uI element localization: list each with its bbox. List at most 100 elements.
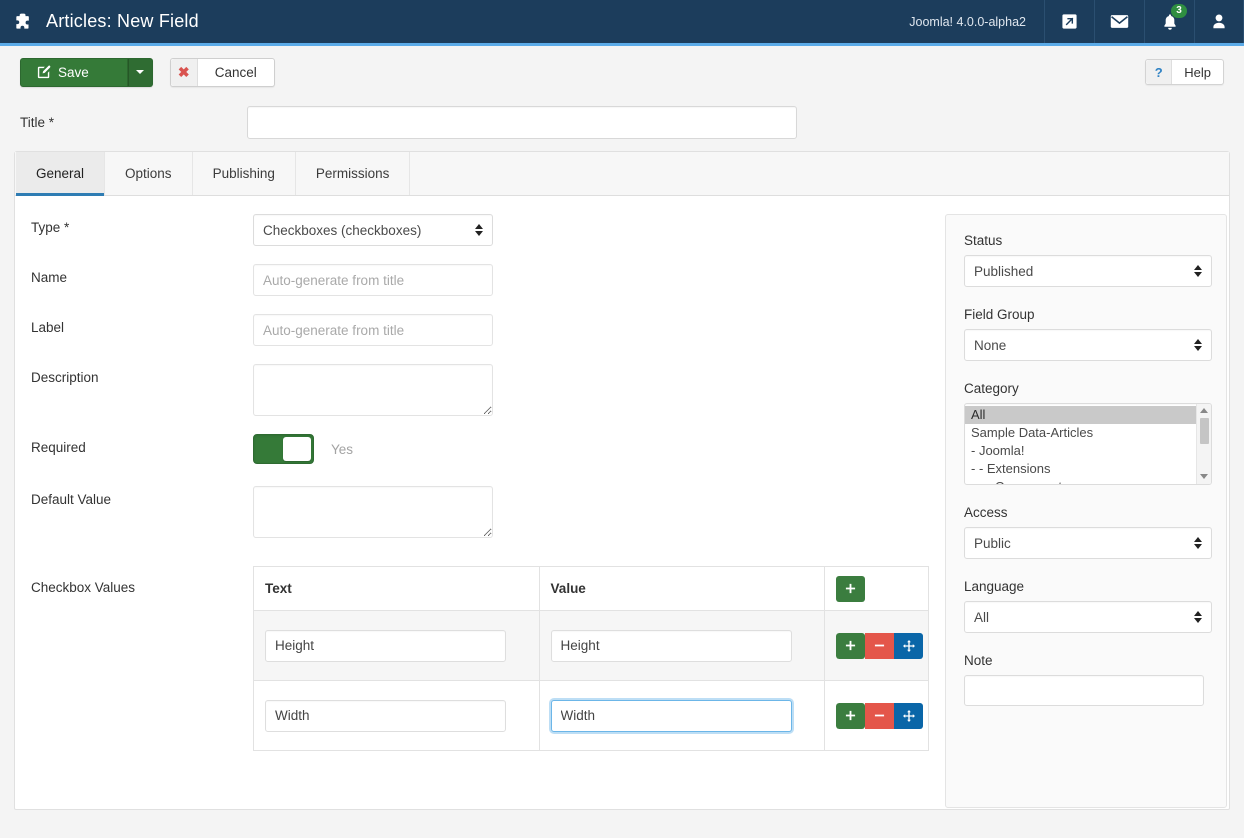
- table-row: [253, 610, 929, 681]
- plus-icon: [846, 640, 856, 651]
- sidebar-card: Status Published Field Group None Catego…: [945, 214, 1227, 808]
- default-value-textarea[interactable]: [253, 486, 493, 538]
- language-select-wrap: All: [964, 601, 1212, 633]
- status-label: Status: [964, 233, 1003, 248]
- description-textarea[interactable]: [253, 364, 493, 416]
- access-label: Access: [964, 505, 1008, 520]
- notification-badge: 3: [1171, 4, 1187, 18]
- category-listbox[interactable]: All Sample Data-Articles - Joomla! - - E…: [964, 403, 1212, 485]
- page-title: Articles: New Field: [46, 11, 199, 31]
- title-field-label: Title *: [20, 115, 55, 130]
- list-item[interactable]: Sample Data-Articles: [965, 424, 1196, 442]
- field-group-select[interactable]: None: [964, 329, 1212, 361]
- category-scrollbar[interactable]: [1196, 404, 1211, 484]
- row-value-input-0[interactable]: [550, 629, 792, 662]
- puzzle-piece-icon: [12, 11, 34, 33]
- tab-general-label: General: [36, 166, 85, 181]
- note-label: Note: [964, 653, 993, 668]
- access-select[interactable]: Public: [964, 527, 1212, 559]
- cell-value: [538, 610, 826, 681]
- name-input[interactable]: [253, 264, 493, 296]
- list-item[interactable]: - - - Components: [965, 478, 1196, 484]
- field-group-select-wrap: None: [964, 329, 1212, 361]
- toggle-knob: [283, 437, 311, 461]
- title-field-row: Title *: [0, 98, 1244, 151]
- default-value-label: Default Value: [31, 492, 112, 507]
- move-row-button[interactable]: [894, 632, 924, 659]
- type-select-wrap: Checkboxes (checkboxes): [253, 214, 493, 246]
- cancel-button[interactable]: ✖ Cancel: [169, 57, 275, 87]
- help-button[interactable]: ? Help: [1145, 59, 1224, 85]
- type-select[interactable]: Checkboxes (checkboxes): [253, 214, 493, 246]
- label-label: Label: [31, 320, 65, 335]
- access-select-wrap: Public: [964, 527, 1212, 559]
- sidebar-group-category: Category All Sample Data-Articles - Joom…: [964, 381, 1212, 485]
- field-group-label: Field Group: [964, 307, 1035, 322]
- note-input[interactable]: [964, 675, 1204, 706]
- help-button-label: Help: [1184, 64, 1211, 80]
- column-header-value: Value: [538, 566, 826, 611]
- type-label: Type *: [31, 220, 70, 235]
- required-toggle-wrap: Yes: [253, 434, 353, 464]
- question-mark-icon: ?: [1146, 60, 1173, 84]
- field-row-checkbox-values: Checkbox Values Text Value: [31, 566, 929, 751]
- panel-body: Type * Checkboxes (checkboxes) Name Labe…: [15, 196, 1229, 809]
- name-label: Name: [31, 270, 68, 285]
- required-toggle[interactable]: [253, 434, 314, 464]
- save-button-label: Save: [58, 64, 89, 80]
- remove-row-button[interactable]: [865, 632, 895, 659]
- minus-icon: [875, 714, 885, 717]
- minus-icon: [875, 644, 885, 647]
- tab-options[interactable]: Options: [105, 152, 193, 195]
- add-row-button[interactable]: [836, 702, 866, 729]
- tab-general[interactable]: General: [16, 152, 106, 196]
- description-label: Description: [31, 370, 99, 385]
- user-icon[interactable]: [1194, 0, 1244, 43]
- scroll-down-arrow-icon[interactable]: [1200, 474, 1208, 479]
- red-x-icon: ✖: [170, 58, 198, 86]
- toolbar: Save ✖ Cancel ? Help: [0, 46, 1244, 98]
- arrows-move-icon: [902, 639, 915, 652]
- title-input[interactable]: [247, 106, 797, 139]
- field-row-name: Name: [31, 264, 929, 296]
- sidebar-group-field-group: Field Group None: [964, 307, 1212, 361]
- header-brand: Articles: New Field: [0, 0, 899, 43]
- row-action-buttons-1: [836, 702, 924, 729]
- cell-text: [253, 680, 540, 751]
- language-select[interactable]: All: [964, 601, 1212, 633]
- row-text-input-0[interactable]: [265, 629, 506, 662]
- field-row-label: Label: [31, 314, 929, 346]
- arrows-move-icon: [902, 709, 915, 722]
- column-header-text: Text: [253, 566, 540, 611]
- external-link-icon[interactable]: [1044, 0, 1094, 43]
- save-button-group: Save: [20, 57, 153, 87]
- row-action-buttons-0: [836, 632, 924, 659]
- cell-value: [538, 680, 826, 751]
- plus-icon: [846, 583, 856, 594]
- bell-icon[interactable]: 3: [1144, 0, 1194, 43]
- form-column: Type * Checkboxes (checkboxes) Name Labe…: [31, 214, 929, 809]
- mail-icon[interactable]: [1094, 0, 1144, 43]
- scrollbar-thumb[interactable]: [1199, 418, 1209, 444]
- tab-permissions[interactable]: Permissions: [296, 152, 411, 195]
- tab-publishing[interactable]: Publishing: [193, 152, 296, 195]
- label-input[interactable]: [253, 314, 493, 346]
- add-row-button[interactable]: [836, 632, 866, 659]
- list-item[interactable]: - Joomla!: [965, 442, 1196, 460]
- cancel-button-label: Cancel: [214, 64, 257, 80]
- add-first-row-button[interactable]: [836, 575, 866, 602]
- row-value-input-1[interactable]: [550, 699, 792, 732]
- sidebar-group-note: Note: [964, 653, 1208, 706]
- table-header-row: Text Value: [253, 566, 929, 611]
- scroll-up-arrow-icon[interactable]: [1200, 408, 1208, 413]
- tab-options-label: Options: [125, 166, 172, 181]
- status-select[interactable]: Published: [964, 255, 1212, 287]
- list-item[interactable]: - - Extensions: [965, 460, 1196, 478]
- move-row-button[interactable]: [894, 702, 924, 729]
- row-text-input-1[interactable]: [265, 699, 506, 732]
- list-item[interactable]: All: [965, 406, 1196, 424]
- save-dropdown-toggle[interactable]: [127, 57, 153, 87]
- save-button[interactable]: Save: [20, 57, 128, 87]
- remove-row-button[interactable]: [865, 702, 895, 729]
- sidebar-group-language: Language All: [964, 579, 1212, 633]
